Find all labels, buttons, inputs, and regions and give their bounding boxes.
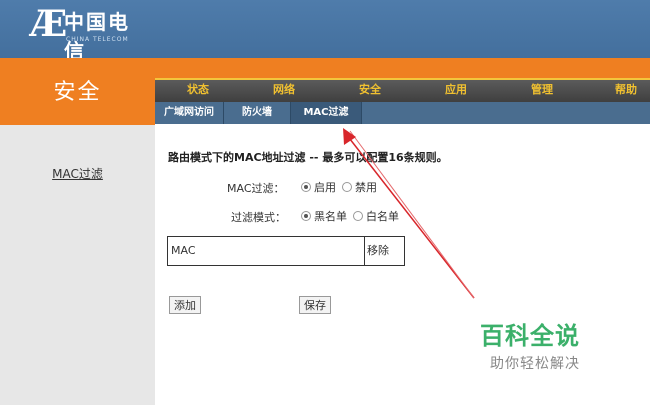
nav-network[interactable]: 网络 — [256, 80, 312, 100]
nav-management[interactable]: 管理 — [514, 80, 570, 100]
sidebar: MAC过滤 — [0, 125, 155, 405]
subnav-mac-filter[interactable]: MAC过滤 — [291, 102, 362, 124]
sidebar-item-mac-filter[interactable]: MAC过滤 — [0, 165, 155, 182]
logo-english-text: CHINA TELECOM — [66, 36, 129, 43]
nav-status[interactable]: 状态 — [170, 80, 226, 100]
table-header-remove[interactable]: 移除 — [365, 237, 404, 265]
main-nav-bar — [155, 78, 650, 102]
radio-disable[interactable]: 禁用 — [342, 179, 377, 195]
radio-blacklist-label: 黑名单 — [314, 210, 347, 223]
radio-enable[interactable]: 启用 — [301, 179, 336, 195]
header-bar: Æ 中国电信 CHINA TELECOM — [0, 0, 650, 58]
telecom-logo-icon: Æ — [30, 3, 68, 45]
radio-disable-dot[interactable] — [342, 182, 352, 192]
radio-whitelist[interactable]: 白名单 — [353, 208, 399, 224]
nav-help[interactable]: 帮助 — [598, 80, 650, 100]
radio-whitelist-dot[interactable] — [353, 211, 363, 221]
radio-blacklist[interactable]: 黑名单 — [301, 208, 347, 224]
radio-whitelist-label: 白名单 — [366, 210, 399, 223]
nav-applications[interactable]: 应用 — [428, 80, 484, 100]
mac-filter-label: MAC过滤： — [227, 182, 285, 195]
radio-enable-dot[interactable] — [301, 182, 311, 192]
save-button[interactable]: 保存 — [299, 296, 331, 314]
radio-blacklist-dot[interactable] — [301, 211, 311, 221]
filter-mode-label: 过滤模式： — [231, 211, 286, 224]
add-button[interactable]: 添加 — [169, 296, 201, 314]
section-title: 安全 — [0, 58, 155, 125]
china-telecom-logo: Æ 中国电信 CHINA TELECOM — [30, 3, 140, 58]
mac-table: MAC 移除 — [167, 236, 405, 266]
radio-disable-label: 禁用 — [355, 181, 377, 194]
subnav-wan-access[interactable]: 广域网访问 — [155, 102, 224, 124]
watermark-title: 百科全说 — [480, 322, 580, 350]
logo-chinese-text: 中国电信 — [64, 10, 130, 58]
page-heading: 路由模式下的MAC地址过滤 -- 最多可以配置16条规则。 — [168, 151, 448, 164]
radio-enable-label: 启用 — [314, 181, 336, 194]
table-header-mac: MAC — [168, 237, 365, 265]
watermark-subtitle: 助你轻松解决 — [490, 356, 580, 372]
subnav-firewall[interactable]: 防火墙 — [224, 102, 291, 124]
nav-security[interactable]: 安全 — [342, 80, 398, 100]
